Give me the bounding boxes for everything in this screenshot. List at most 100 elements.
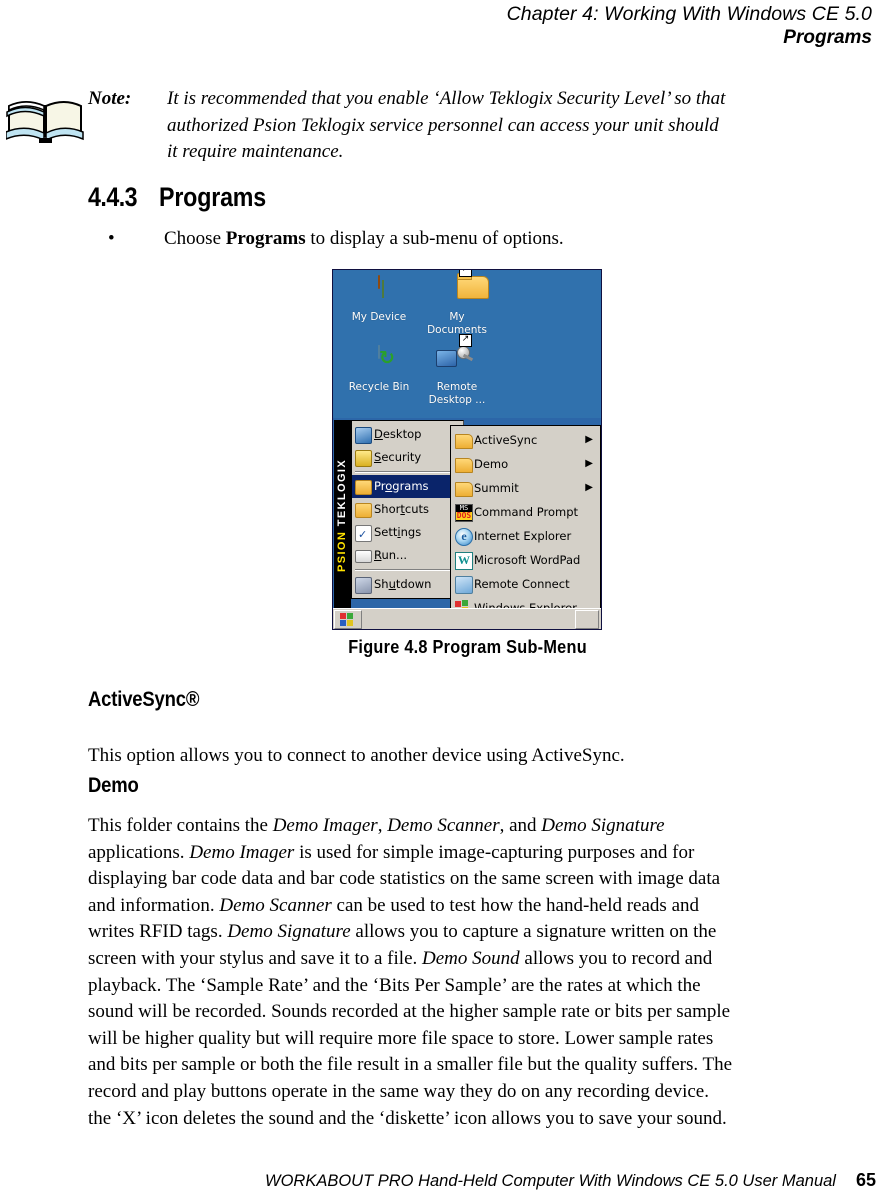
shortcut-overlay-icon: ↗ — [459, 334, 472, 347]
note-label: Note: — [88, 88, 132, 109]
desktop-icon-my-documents[interactable]: ↗ My Documents — [415, 270, 499, 336]
emphasis-text: Demo Sound — [422, 947, 520, 969]
start-menu-item-label: Security — [374, 450, 422, 464]
remote-connect-icon — [455, 576, 473, 594]
body-text: allows you to capture a signature writte… — [350, 921, 717, 943]
desktop-icon — [355, 427, 372, 444]
body-text: applications. — [88, 841, 190, 863]
paragraph-demo: This folder contains the Demo Imager, De… — [88, 813, 888, 1132]
desktop-icon-remote-desktop[interactable]: ↗ Remote Desktop ... — [415, 334, 499, 406]
sub-menu-item-label: Internet Explorer — [474, 529, 572, 543]
body-text: and bits per sample or both the file res… — [88, 1054, 733, 1076]
body-text: , and — [499, 815, 542, 836]
settings-icon — [355, 523, 372, 546]
run-icon — [355, 550, 372, 563]
start-menu-item-label: Run... — [374, 548, 408, 562]
desktop-icon-label: Desktop ... — [428, 393, 486, 406]
bullet-bold: Programs — [225, 228, 306, 249]
tray-icon[interactable] — [575, 610, 599, 629]
body-text: This folder contains the — [88, 815, 273, 836]
body-text: displaying bar code data and bar code st… — [88, 868, 721, 890]
paragraph-line: record and play buttons operate in the s… — [88, 1079, 888, 1106]
body-text: is used for simple image-capturing purpo… — [294, 841, 695, 863]
sub-menu-item-internet-explorer[interactable]: e Internet Explorer — [451, 524, 600, 548]
start-menu-item-label: Settings — [374, 525, 422, 539]
sub-menu-item-label: Summit — [474, 481, 519, 495]
sub-menu-item-activesync[interactable]: ActiveSync ▶ — [451, 428, 600, 452]
lock-icon — [355, 450, 372, 467]
running-head: Chapter 4: Working With Windows CE 5.0 P… — [507, 0, 872, 50]
paragraph-line: and information. Demo Scanner can be use… — [88, 893, 888, 920]
start-button[interactable] — [334, 610, 362, 629]
sub-menu-item-microsoft-wordpad[interactable]: W Microsoft WordPad — [451, 548, 600, 572]
sub-menu-item-remote-connect[interactable]: Remote Connect — [451, 572, 600, 596]
start-menu-item-programs[interactable]: Programs — [352, 475, 463, 498]
desktop-icon-my-device[interactable]: My Device — [337, 275, 421, 324]
wordpad-icon: W — [455, 552, 473, 570]
start-menu[interactable]: Desktop Security Programs Shortcuts Sett… — [351, 420, 464, 599]
desktop-icon-recycle-bin[interactable]: Recycle Bin — [337, 345, 421, 394]
body-text: playback. The ‘Sample Rate’ and the ‘Bit… — [88, 974, 701, 996]
ce-taskbar — [333, 608, 601, 629]
body-text: the ‘X’ icon deletes the sound and the ‘… — [88, 1107, 727, 1129]
paragraph-line: the ‘X’ icon deletes the sound and the ‘… — [88, 1106, 888, 1133]
open-book-icon — [6, 101, 84, 143]
emphasis-text: Demo Signature — [541, 815, 665, 836]
brand-strip-teklogix: TEKLOGIX — [336, 458, 348, 526]
emphasis-text: Demo Scanner — [387, 815, 500, 836]
programs-sub-menu[interactable]: ActiveSync ▶ Demo ▶ Summit ▶ MS DOS Comma… — [450, 425, 601, 623]
emphasis-text: Demo Scanner — [219, 894, 332, 916]
programs-folder-icon — [355, 480, 372, 495]
windows-flag-icon — [340, 613, 346, 619]
desktop-icon-label: My Device — [351, 311, 407, 323]
emphasis-text: Demo Signature — [227, 921, 351, 943]
start-menu-item-settings[interactable]: Settings — [352, 521, 463, 546]
windows-flag-icon — [347, 620, 353, 626]
running-head-section: Programs — [783, 27, 872, 48]
folder-icon — [455, 458, 473, 473]
windows-flag-icon — [347, 613, 353, 619]
sub-menu-item-label: Command Prompt — [474, 505, 579, 519]
paragraph-line: displaying bar code data and bar code st… — [88, 866, 888, 893]
windows-flag-icon — [340, 620, 346, 626]
bullet-marker: • — [108, 228, 115, 249]
brand-strip-psion: PSION — [336, 530, 348, 572]
body-text: writes RFID tags. — [88, 921, 228, 943]
shortcut-overlay-icon: ↗ — [459, 270, 472, 277]
start-menu-item-label: Shortcuts — [374, 502, 429, 516]
paragraph-line: will be higher quality but will require … — [88, 1026, 888, 1053]
paragraph-line: playback. The ‘Sample Rate’ and the ‘Bit… — [88, 973, 888, 1000]
paragraph-line: writes RFID tags. Demo Signature allows … — [88, 919, 888, 946]
desktop-icon-label: Recycle Bin — [348, 381, 410, 393]
sub-menu-item-command-prompt[interactable]: MS DOS Command Prompt — [451, 500, 600, 524]
paragraph-line: This folder contains the Demo Imager, De… — [88, 813, 888, 840]
command-prompt-icon: MS DOS — [455, 504, 473, 522]
start-menu-item-security[interactable]: Security — [352, 446, 463, 469]
folder-icon — [455, 482, 473, 497]
remote-desktop-icon: ↗ — [436, 334, 474, 380]
heading-activesync: ActiveSync® — [88, 688, 200, 711]
section-title: Programs — [159, 182, 267, 212]
shutdown-icon — [355, 577, 372, 594]
start-menu-item-shutdown[interactable]: Shutdown — [352, 573, 463, 596]
start-menu-item-desktop[interactable]: Desktop — [352, 423, 463, 446]
emphasis-text: Demo Imager — [189, 841, 295, 863]
teklogix-psion-brand-strip: PSION TEKLOGIX — [334, 420, 351, 610]
emphasis-text: Demo Imager — [272, 815, 378, 836]
sub-menu-item-summit[interactable]: Summit ▶ — [451, 476, 600, 500]
sub-menu-item-label: Demo — [474, 457, 509, 471]
shortcuts-folder-icon — [355, 503, 372, 518]
start-menu-item-run[interactable]: Run... — [352, 544, 463, 567]
desktop-icon-label: My — [449, 311, 465, 323]
page-footer: WORKABOUT PRO Hand-Held Computer With Wi… — [0, 1170, 876, 1191]
start-menu-item-shortcuts[interactable]: Shortcuts — [352, 498, 463, 521]
menu-separator — [355, 569, 460, 571]
windows-ce-screenshot: My Device ↗ My Documents Recycle Bin ↗ R… — [332, 269, 602, 630]
sub-menu-item-demo[interactable]: Demo ▶ — [451, 452, 600, 476]
sub-menu-item-label: Microsoft WordPad — [474, 553, 581, 567]
folder-icon: ↗ — [440, 270, 489, 310]
paragraph-activesync: This option allows you to connect to ano… — [88, 743, 888, 770]
page-number: 65 — [855, 1170, 876, 1190]
handheld-device-icon — [362, 275, 396, 310]
bullet-prefix: Choose — [164, 228, 226, 249]
